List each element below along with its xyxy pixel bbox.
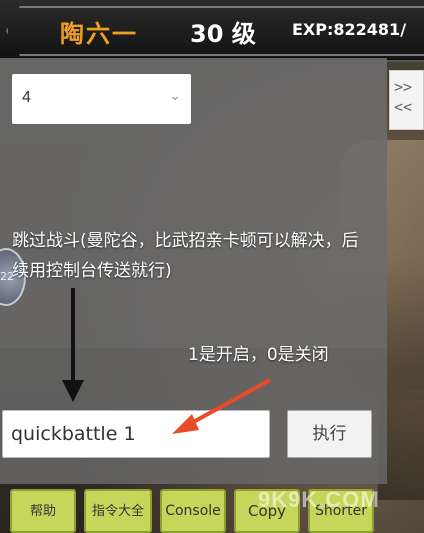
player-exp: EXP:822481/	[292, 20, 407, 39]
chevron-down-icon: ⌄	[169, 88, 181, 104]
console-select-value: 4	[22, 89, 31, 106]
player-name: 陶六一	[60, 20, 138, 48]
console-select[interactable]: 4 ⌄	[12, 74, 191, 124]
execute-button[interactable]: 执行	[287, 410, 372, 458]
console-button[interactable]: Console	[160, 489, 226, 533]
watermark: 9K9K.COM	[258, 487, 380, 512]
command-list-button[interactable]: 指令大全	[84, 489, 152, 533]
expand-icon: >>	[394, 78, 413, 96]
annotation-note: 1是开启，0是关闭	[188, 345, 329, 365]
collapse-icon: <<	[394, 98, 413, 116]
help-button[interactable]: 帮助	[10, 489, 76, 533]
panel-toggle-button[interactable]: >> <<	[389, 70, 424, 130]
annotation-text: 跳过战斗(曼陀谷，比武招亲卡顿可以解决，后续用控制台传送就行)	[12, 231, 359, 281]
player-level: 30 级	[190, 20, 256, 48]
player-header-bar: 陶六一 30 级 EXP:822481/	[0, 0, 424, 62]
command-input[interactable]	[2, 410, 270, 458]
